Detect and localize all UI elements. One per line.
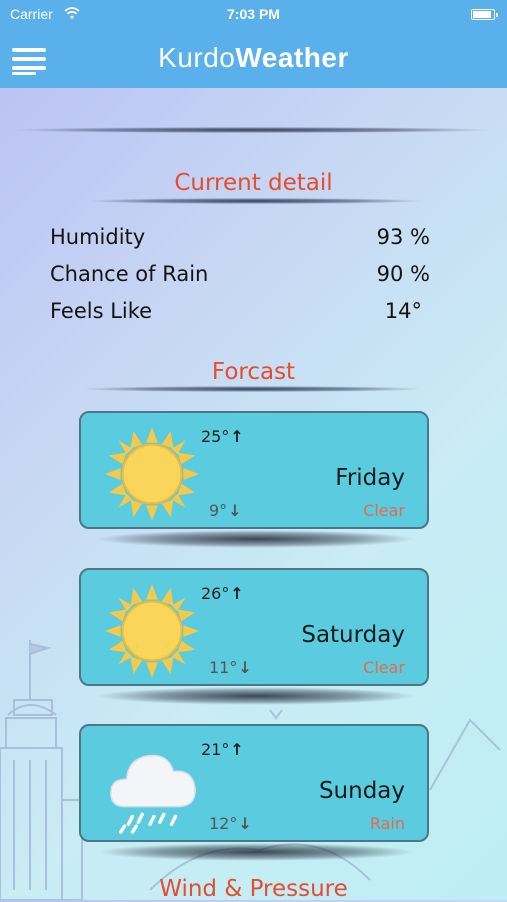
detail-row-chance-of-rain: Chance of Rain 90 % (50, 262, 430, 292)
battery-icon (471, 9, 498, 20)
detail-label: Feels Like (50, 299, 153, 323)
status-bar: Carrier 7:03 PM (0, 0, 507, 30)
card-shadow (96, 687, 416, 705)
forecast-day: Saturday (301, 622, 405, 648)
arrow-up-icon: ↑ (230, 427, 244, 446)
card-shadow (96, 843, 416, 861)
detail-row-feels-like: Feels Like 14° (50, 299, 430, 329)
arrow-up-icon: ↑ (230, 740, 244, 759)
app-title: KurdoWeather (0, 42, 507, 74)
current-detail-title: Current detail (174, 170, 333, 196)
top-divider (18, 127, 488, 133)
low-temperature: 9°↓ (209, 501, 242, 520)
wind-pressure-title: Wind & Pressure (159, 876, 348, 902)
forecast-day: Sunday (318, 778, 405, 804)
forecast-card-friday[interactable]: 25°↑ 9°↓ Friday Clear (79, 411, 429, 529)
high-temperature: 21°↑ (201, 740, 244, 759)
forecast-divider (85, 386, 420, 392)
sun-icon (104, 426, 200, 522)
sun-icon (104, 583, 200, 679)
rain-cloud-icon (110, 754, 196, 834)
low-temperature: 11°↓ (209, 658, 252, 677)
detail-value: 14° (384, 299, 422, 323)
detail-value: 93 % (376, 225, 430, 249)
forecast-title: Forcast (211, 359, 296, 385)
detail-value: 90 % (376, 262, 430, 286)
arrow-up-icon: ↑ (230, 584, 244, 603)
high-temperature: 25°↑ (201, 427, 244, 446)
current-detail-divider (90, 198, 420, 204)
forecast-condition: Rain (369, 814, 405, 833)
detail-label: Chance of Rain (50, 262, 209, 286)
forecast-day: Friday (335, 465, 405, 491)
app-title-part1: Kurdo (158, 42, 236, 73)
arrow-down-icon: ↓ (238, 658, 252, 677)
app-title-part2: Weather (235, 42, 349, 73)
high-temperature: 26°↑ (201, 584, 244, 603)
forecast-card-saturday[interactable]: 26°↑ 11°↓ Saturday Clear (79, 568, 429, 686)
forecast-card-sunday[interactable]: 21°↑ 12°↓ Sunday Rain (79, 724, 429, 842)
card-shadow (96, 530, 416, 548)
arrow-down-icon: ↓ (228, 501, 242, 520)
detail-label: Humidity (50, 225, 146, 249)
low-temperature: 12°↓ (209, 814, 252, 833)
forecast-condition: Clear (363, 658, 405, 677)
forecast-condition: Clear (363, 501, 405, 520)
arrow-down-icon: ↓ (238, 814, 252, 833)
clock-time: 7:03 PM (227, 6, 280, 22)
detail-row-humidity: Humidity 93 % (50, 225, 430, 255)
app-header: KurdoWeather (0, 30, 507, 88)
